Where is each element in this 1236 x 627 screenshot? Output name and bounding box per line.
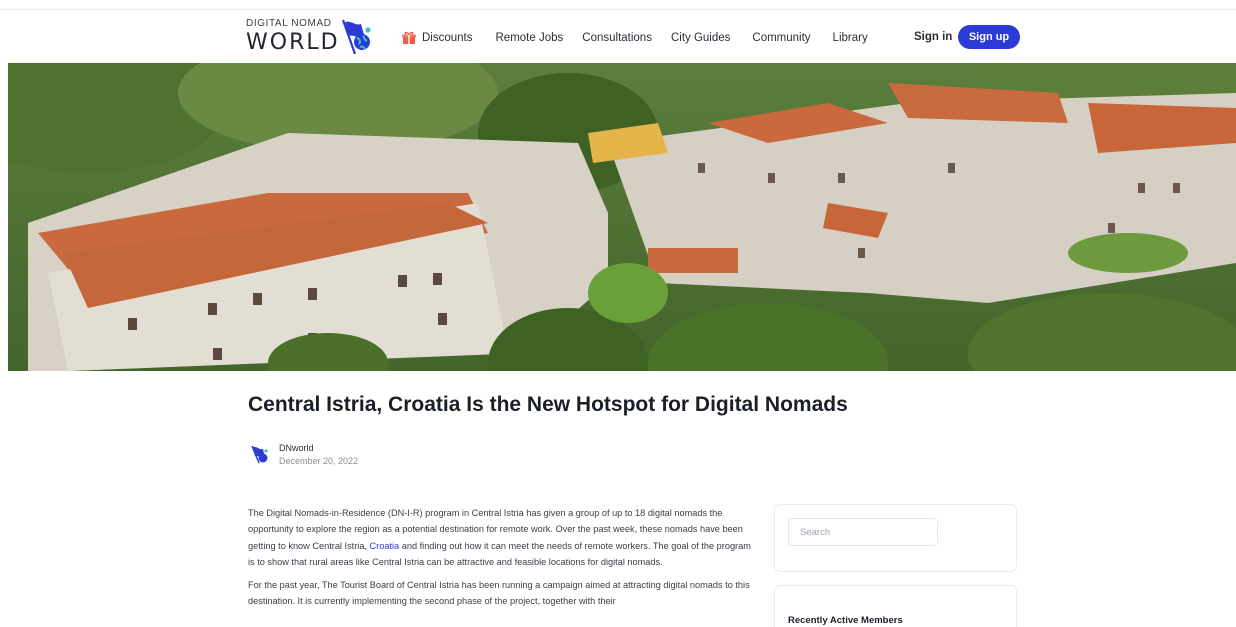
croatia-link[interactable]: Croatia <box>370 541 400 551</box>
search-input[interactable]: Search <box>788 518 938 546</box>
site-header: DIGITAL NOMAD WORLD Discounts Remote Job… <box>0 10 1236 63</box>
nav-item-remote-jobs[interactable]: Remote Jobs <box>496 32 564 44</box>
publish-date: December 20, 2022 <box>279 456 359 466</box>
nav-label-discounts: Discounts <box>422 32 473 44</box>
hero-image <box>8 63 1236 371</box>
search-card: Search <box>774 504 1017 572</box>
sign-up-button[interactable]: Sign up <box>958 25 1020 49</box>
nav-item-community[interactable]: Community <box>752 32 810 44</box>
nav-item-city-guides[interactable]: City Guides <box>671 32 730 44</box>
logo-small-text: DIGITAL NOMAD <box>246 18 332 29</box>
members-heading: Recently Active Members <box>788 615 903 626</box>
gift-icon <box>402 31 416 44</box>
article-paragraph: The Digital Nomads-in-Residence (DN-I-R)… <box>248 505 758 570</box>
site-logo[interactable]: DIGITAL NOMAD WORLD <box>246 18 386 60</box>
logo-big-text: WORLD <box>246 30 340 55</box>
nav-item-library[interactable]: Library <box>833 32 868 44</box>
sign-in-link[interactable]: Sign in <box>914 31 952 43</box>
nav-item-discounts[interactable]: Discounts <box>402 31 473 45</box>
author-avatar <box>251 445 268 464</box>
article-paragraph: For the past year, The Tourist Board of … <box>248 580 750 607</box>
nav-item-consultations[interactable]: Consultations <box>582 32 652 44</box>
author-name[interactable]: DNworld <box>279 443 314 453</box>
globe-flag-icon <box>341 19 371 55</box>
members-card: Recently Active Members <box>774 585 1017 627</box>
hero-illustration <box>8 63 1236 371</box>
article-body: The Digital Nomads-in-Residence (DN-I-R)… <box>248 505 758 617</box>
main-nav: Discounts Remote Jobs Consultations City… <box>402 28 868 48</box>
article-title: Central Istria, Croatia Is the New Hotsp… <box>248 393 848 416</box>
